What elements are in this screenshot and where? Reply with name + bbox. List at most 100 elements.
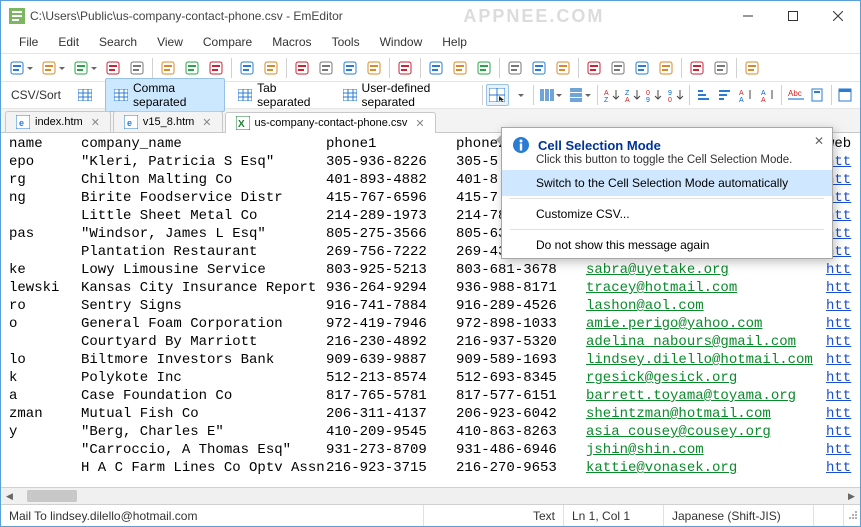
email-link[interactable]: tracey@hotmail.com <box>586 280 737 296</box>
cell-selection-mode-button[interactable] <box>486 84 509 106</box>
csv-dropdown[interactable] <box>509 84 530 106</box>
menu-file[interactable]: File <box>9 33 48 51</box>
email-link[interactable]: rgesick@gesick.org <box>586 370 737 386</box>
horizontal-scrollbar[interactable]: ◀ ▶ <box>1 487 860 504</box>
cell[interactable]: htt <box>826 405 860 423</box>
web-link[interactable]: htt <box>826 406 851 422</box>
cell[interactable]: Plantation Restaurant <box>81 243 326 261</box>
cell[interactable]: 216-923-3715 <box>326 459 456 477</box>
cell[interactable]: Kansas City Insurance Report <box>81 279 326 297</box>
plugin-a-icon[interactable] <box>503 57 527 79</box>
email-link[interactable]: lindsey.dilello@hotmail.com <box>586 352 813 368</box>
web-link[interactable]: htt <box>826 334 851 350</box>
bookmark-icon[interactable] <box>807 84 828 106</box>
scroll-left-arrow-icon[interactable]: ◀ <box>1 488 18 504</box>
cell[interactable]: Courtyard By Marriott <box>81 333 326 351</box>
size-grip-icon[interactable] <box>844 510 860 522</box>
cell[interactable]: Lowy Limousine Service <box>81 261 326 279</box>
cell[interactable]: htt <box>826 315 860 333</box>
popover-item-2[interactable]: Do not show this message again <box>502 232 832 258</box>
popover-item-0[interactable]: Switch to the Cell Selection Mode automa… <box>502 170 832 196</box>
email-link[interactable]: sabra@uyetake.org <box>586 262 729 278</box>
tab-close-icon[interactable]: ✕ <box>415 117 424 130</box>
compare-icon[interactable] <box>393 57 417 79</box>
cell[interactable]: 803-925-5213 <box>326 261 456 279</box>
cell[interactable]: Chilton Malting Co <box>81 171 326 189</box>
cell[interactable]: 972-419-7946 <box>326 315 456 333</box>
cell[interactable]: 410-863-8263 <box>456 423 586 441</box>
cell[interactable] <box>9 441 81 459</box>
sort-words-asc-icon[interactable]: AA <box>736 84 757 106</box>
tab-2[interactable]: Xus-company-contact-phone.csv✕ <box>225 112 436 133</box>
cell[interactable]: epo <box>9 153 81 171</box>
cell[interactable]: 512-213-8574 <box>326 369 456 387</box>
save-all-icon[interactable] <box>101 57 125 79</box>
table-row[interactable]: kPolykote Inc512-213-8574512-693-8345rge… <box>9 369 860 387</box>
cell[interactable]: 817-577-6151 <box>456 387 586 405</box>
sort-desc-text-icon[interactable]: ZA <box>622 84 643 106</box>
status-doc-type[interactable]: Text <box>424 505 564 526</box>
cell[interactable]: htt <box>826 423 860 441</box>
cell[interactable]: a <box>9 387 81 405</box>
find-prev-icon[interactable] <box>338 57 362 79</box>
paste-icon[interactable] <box>204 57 228 79</box>
scroll-thumb[interactable] <box>27 490 77 502</box>
web-link[interactable]: htt <box>826 370 851 386</box>
cell[interactable]: 916-741-7884 <box>326 297 456 315</box>
remove-duplicates-icon[interactable]: Abc <box>785 84 806 106</box>
cell[interactable]: Mutual Fish Co <box>81 405 326 423</box>
sort-desc-num-icon[interactable]: 90 <box>665 84 686 106</box>
table-row[interactable]: H A C Farm Lines Co Optv Assn216-923-371… <box>9 459 860 477</box>
csv-sort-label[interactable]: CSV/Sort <box>5 86 67 104</box>
cell[interactable]: sheintzman@hotmail.com <box>586 405 826 423</box>
table-row[interactable]: keLowy Limousine Service803-925-5213803-… <box>9 261 860 279</box>
replace-icon[interactable] <box>314 57 338 79</box>
cell[interactable]: k <box>9 369 81 387</box>
cell[interactable]: ke <box>9 261 81 279</box>
tab-0[interactable]: eindex.htm✕ <box>5 111 111 132</box>
cell[interactable]: asia_cousey@cousey.org <box>586 423 826 441</box>
cell[interactable]: Birite Foodservice Distr <box>81 189 326 207</box>
cell[interactable]: "Windsor, James L Esq" <box>81 225 326 243</box>
cell[interactable]: Polykote Inc <box>81 369 326 387</box>
popover-close-button[interactable]: ✕ <box>810 132 828 150</box>
cell[interactable]: sabra@uyetake.org <box>586 261 826 279</box>
sort-asc-text-icon[interactable]: AZ <box>601 84 622 106</box>
redo-icon[interactable] <box>259 57 283 79</box>
table-row[interactable]: "Carroccio, A Thomas Esq"931-273-8709931… <box>9 441 860 459</box>
cell[interactable]: 931-273-8709 <box>326 441 456 459</box>
cell[interactable]: "Carroccio, A Thomas Esq" <box>81 441 326 459</box>
tab-close-icon[interactable]: ✕ <box>202 116 211 129</box>
email-link[interactable]: kattie@vonasek.org <box>586 460 737 476</box>
cell[interactable]: lashon@aol.com <box>586 297 826 315</box>
cell[interactable]: 916-289-4526 <box>456 297 586 315</box>
cell[interactable]: 401-893-4882 <box>326 171 456 189</box>
maximize-button[interactable] <box>770 1 815 31</box>
table-row[interactable]: loBiltmore Investors Bank909-639-9887909… <box>9 351 860 369</box>
email-link[interactable]: adelina_nabours@gmail.com <box>586 334 796 350</box>
email-link[interactable]: asia_cousey@cousey.org <box>586 424 771 440</box>
run-macro-icon[interactable] <box>709 57 733 79</box>
cell[interactable]: 931-486-6946 <box>456 441 586 459</box>
menu-search[interactable]: Search <box>89 33 147 51</box>
toggle-panel-icon[interactable] <box>835 84 856 106</box>
cell[interactable]: ng <box>9 189 81 207</box>
table-row[interactable]: aCase Foundation Co817-765-5781817-577-6… <box>9 387 860 405</box>
tab-1[interactable]: ev15_8.htm✕ <box>113 111 223 132</box>
cell[interactable]: 909-639-9887 <box>326 351 456 369</box>
email-link[interactable]: lashon@aol.com <box>586 298 704 314</box>
cell[interactable] <box>9 243 81 261</box>
web-link[interactable]: htt <box>826 298 851 314</box>
cell[interactable]: htt <box>826 441 860 459</box>
menu-help[interactable]: Help <box>432 33 477 51</box>
email-link[interactable]: jshin@shin.com <box>586 442 704 458</box>
cell[interactable]: General Foam Corporation <box>81 315 326 333</box>
cell[interactable]: adelina_nabours@gmail.com <box>586 333 826 351</box>
copy-icon[interactable] <box>180 57 204 79</box>
cell[interactable]: htt <box>826 279 860 297</box>
columns-tool[interactable] <box>537 84 565 106</box>
web-link[interactable]: htt <box>826 316 851 332</box>
sort-words-desc-icon[interactable]: AA <box>757 84 778 106</box>
web-link[interactable]: htt <box>826 388 851 404</box>
menu-window[interactable]: Window <box>370 33 433 51</box>
